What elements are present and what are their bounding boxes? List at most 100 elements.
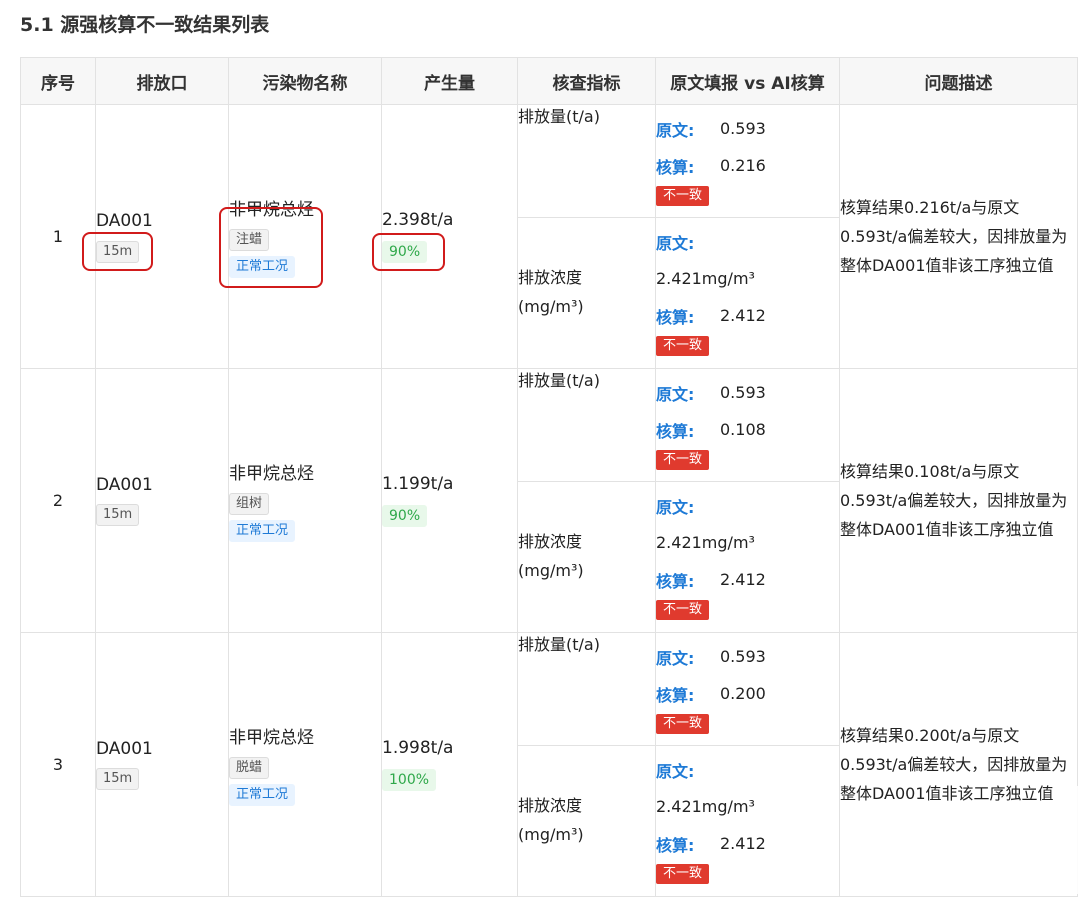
comparison-cell: 原文: 0.593 核算: 0.216 不一致 xyxy=(655,104,840,218)
outlet-cell: DA001 15m xyxy=(81,104,229,369)
edge-fade xyxy=(1058,786,1080,894)
table-row: 2 DA001 15m 非甲烷总烃 组树 正常工况 1.199t/a 90% 排… xyxy=(20,368,1078,633)
row-number: 3 xyxy=(20,632,96,897)
original-label: 原文: xyxy=(656,384,695,404)
mismatch-badge: 不一致 xyxy=(656,864,710,884)
pollutant-cell: 非甲烷总烃 组树 正常工况 xyxy=(228,368,382,633)
indicator-conc-unit: (mg/m³) xyxy=(518,297,584,316)
outlet-code: DA001 xyxy=(96,475,153,495)
pollutant-name: 非甲烷总烃 xyxy=(229,728,314,748)
table-row: 3 DA001 15m 非甲烷总烃 脱蜡 正常工况 1.998t/a 100% xyxy=(20,632,1078,897)
mismatch-badge: 不一致 xyxy=(656,600,710,620)
height-tag: 15m xyxy=(96,768,140,790)
outlet-code: DA001 xyxy=(96,739,153,759)
header-comparison: 原文填报 vs AI核算 xyxy=(655,57,840,105)
efficiency-tag: 100% xyxy=(382,769,437,791)
original-value: 0.593 xyxy=(720,119,766,138)
calc-label: 核算: xyxy=(656,421,695,441)
indicator-amount: 排放量(t/a) xyxy=(518,371,600,390)
process-tag: 组树 xyxy=(229,493,270,515)
production-value: 2.398t/a xyxy=(382,210,454,230)
outlet-cell: DA001 15m xyxy=(95,368,229,633)
calc-value: 0.216 xyxy=(720,156,766,175)
calc-value: 2.412 xyxy=(720,306,766,325)
header-indicator: 核查指标 xyxy=(517,57,656,105)
indicator-cell: 排放浓度 (mg/m³) xyxy=(517,745,656,897)
pollutant-cell: 非甲烷总烃 脱蜡 正常工况 xyxy=(228,632,382,897)
indicator-cell: 排放量(t/a) xyxy=(517,632,656,746)
indicator-conc-unit: (mg/m³) xyxy=(518,561,584,580)
description-cell: 核算结果0.108t/a与原文0.593t/a偏差较大，因排放量为整体DA001… xyxy=(839,368,1078,633)
original-value: 0.593 xyxy=(720,647,766,666)
calc-value: 2.412 xyxy=(720,834,766,853)
efficiency-tag: 90% xyxy=(382,241,428,263)
header-description: 问题描述 xyxy=(839,57,1078,105)
indicator-cell: 排放量(t/a) xyxy=(517,104,656,218)
height-tag: 15m xyxy=(96,240,140,263)
calc-label: 核算: xyxy=(656,307,695,327)
production-cell: 1.199t/a 90% xyxy=(381,368,518,633)
production-cell: 1.998t/a 100% xyxy=(381,632,518,897)
pollutant-cell: 非甲烷总烃 注蜡 正常工况 xyxy=(218,104,382,369)
indicator-conc: 排放浓度 xyxy=(518,268,583,287)
original-label: 原文: xyxy=(656,233,695,253)
results-table: 序号 排放口 污染物名称 产生量 核查指标 原文填报 vs AI核算 问题描述 … xyxy=(20,57,1078,897)
outlet-code: DA001 xyxy=(96,210,153,231)
efficiency-tag: 90% xyxy=(382,505,428,527)
comparison-cell: 原文: 2.421mg/m³ 核算: 2.412 不一致 xyxy=(655,745,840,897)
table-row: 1 DA001 15m 非甲烷总烃 注蜡 正常工况 2.398t/a 90% 排… xyxy=(20,104,1078,369)
header-outlet: 排放口 xyxy=(95,57,229,105)
indicator-conc: 排放浓度 xyxy=(518,796,583,815)
pollutant-name: 非甲烷总烃 xyxy=(229,464,314,484)
calc-label: 核算: xyxy=(656,835,695,855)
indicator-conc: 排放浓度 xyxy=(518,532,583,551)
production-value: 1.199t/a xyxy=(382,474,454,494)
process-tag: 注蜡 xyxy=(229,229,270,251)
original-label: 原文: xyxy=(656,120,695,140)
calc-value: 2.412 xyxy=(720,570,766,589)
highlight-circle: 注蜡 正常工况 xyxy=(218,207,324,288)
process-tag: 脱蜡 xyxy=(229,757,270,779)
highlight-circle: 15m xyxy=(81,231,154,271)
calc-label: 核算: xyxy=(656,685,695,705)
production-value: 1.998t/a xyxy=(382,738,454,758)
outlet-cell: DA001 15m xyxy=(95,632,229,897)
mismatch-badge: 不一致 xyxy=(656,450,710,470)
height-tag: 15m xyxy=(96,504,140,526)
calc-label: 核算: xyxy=(656,157,695,177)
table-header-row: 序号 排放口 污染物名称 产生量 核查指标 原文填报 vs AI核算 问题描述 xyxy=(20,57,1078,105)
header-production: 产生量 xyxy=(381,57,518,105)
original-value: 2.421mg/m³ xyxy=(656,269,755,288)
condition-tag: 正常工况 xyxy=(229,256,296,278)
description-cell: 核算结果0.200t/a与原文0.593t/a偏差较大，因排放量为整体DA001… xyxy=(839,632,1078,897)
calc-value: 0.108 xyxy=(720,420,766,439)
production-cell: 2.398t/a 90% xyxy=(371,104,518,369)
condition-tag: 正常工况 xyxy=(229,784,296,806)
calc-label: 核算: xyxy=(656,571,695,591)
indicator-amount: 排放量(t/a) xyxy=(518,107,600,126)
row-number: 2 xyxy=(20,368,96,633)
indicator-cell: 排放量(t/a) xyxy=(517,368,656,482)
condition-tag: 正常工况 xyxy=(229,520,296,542)
original-label: 原文: xyxy=(656,497,695,517)
description-cell: 核算结果0.216t/a与原文0.593t/a偏差较大，因排放量为整体DA001… xyxy=(839,104,1078,369)
original-value: 0.593 xyxy=(720,383,766,402)
calc-value: 0.200 xyxy=(720,684,766,703)
page-title: 5.1 源强核算不一致结果列表 xyxy=(20,14,270,36)
comparison-cell: 原文: 0.593 核算: 0.200 不一致 xyxy=(655,632,840,746)
original-value: 2.421mg/m³ xyxy=(656,797,755,816)
comparison-cell: 原文: 2.421mg/m³ 核算: 2.412 不一致 xyxy=(655,481,840,633)
indicator-conc-unit: (mg/m³) xyxy=(518,825,584,844)
original-value: 2.421mg/m³ xyxy=(656,533,755,552)
mismatch-badge: 不一致 xyxy=(656,186,710,206)
header-pollutant: 污染物名称 xyxy=(228,57,382,105)
highlight-circle: 90% xyxy=(371,233,446,271)
comparison-cell: 原文: 2.421mg/m³ 核算: 2.412 不一致 xyxy=(655,217,840,369)
indicator-amount: 排放量(t/a) xyxy=(518,635,600,654)
comparison-cell: 原文: 0.593 核算: 0.108 不一致 xyxy=(655,368,840,482)
original-label: 原文: xyxy=(656,648,695,668)
indicator-cell: 排放浓度 (mg/m³) xyxy=(517,481,656,633)
header-no: 序号 xyxy=(20,57,96,105)
mismatch-badge: 不一致 xyxy=(656,336,710,356)
indicator-cell: 排放浓度 (mg/m³) xyxy=(517,217,656,369)
